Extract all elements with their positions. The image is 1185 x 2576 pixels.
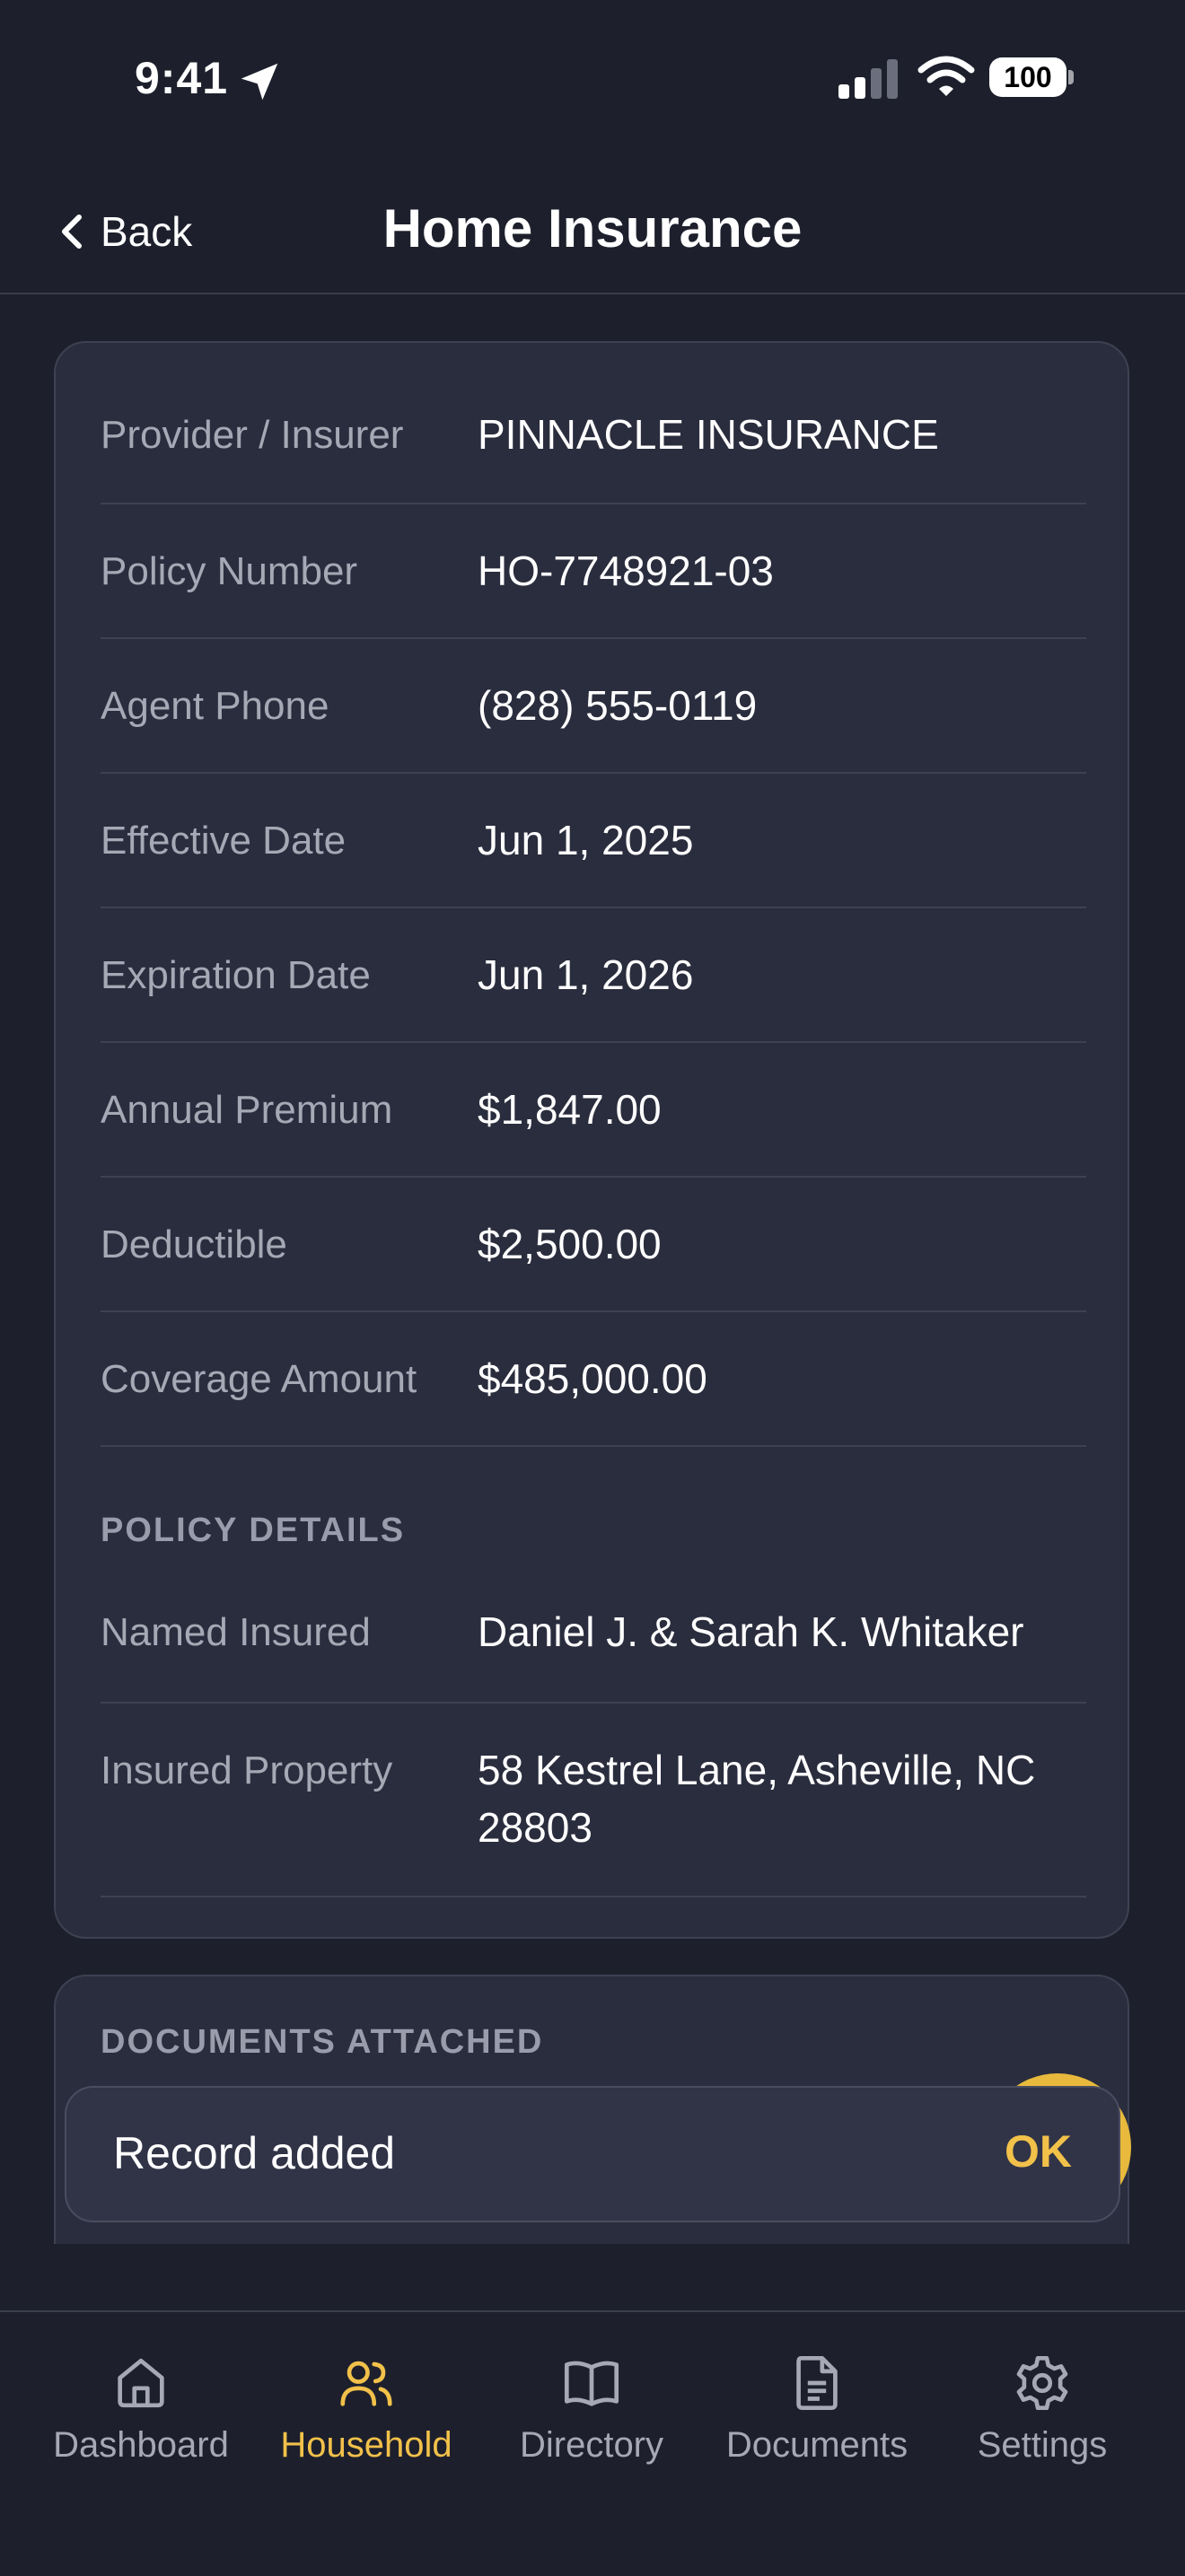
cellular-signal-icon (838, 59, 898, 99)
field-row-coverage-amount[interactable]: Coverage Amount $485,000.00 (101, 1312, 1086, 1447)
field-row-agent-phone[interactable]: Agent Phone (828) 555-0119 (101, 639, 1086, 774)
field-label: Deductible (101, 1222, 287, 1266)
status-time: 9:41 (135, 53, 229, 103)
field-value: $1,847.00 (478, 1086, 662, 1133)
document-icon (796, 2355, 838, 2411)
field-label: Insured Property (101, 1748, 393, 1792)
toast-notification: Record added OK (65, 2086, 1120, 2222)
field-value: HO-7748921-03 (478, 548, 774, 594)
field-value: Jun 1, 2026 (478, 951, 694, 998)
field-row-provider[interactable]: Provider / Insurer PINNACLE INSURANCE (101, 366, 1086, 504)
home-icon (118, 2358, 164, 2408)
battery-tip (1068, 70, 1074, 84)
field-label: Provider / Insurer (101, 413, 404, 457)
field-value: Daniel J. & Sarah K. Whitaker (478, 1608, 1024, 1655)
page-title: Home Insurance (382, 198, 803, 258)
field-label: Named Insured (101, 1610, 371, 1654)
tab-label: Settings (977, 2425, 1108, 2465)
tab-dashboard[interactable]: Dashboard (33, 2352, 249, 2466)
users-icon (340, 2361, 392, 2406)
tab-settings[interactable]: Settings (935, 2352, 1150, 2466)
field-value: $485,000.00 (478, 1355, 707, 1402)
navigation-header: Back Home Insurance (0, 162, 1185, 294)
field-value: (828) 555-0119 (478, 682, 758, 729)
field-label: Policy Number (101, 549, 358, 593)
battery-indicator: 100 (989, 57, 1075, 101)
field-value: 58 Kestrel Lane, Asheville, NC 28803 (478, 1747, 1036, 1851)
field-value: Jun 1, 2025 (478, 817, 694, 863)
tab-bar: Dashboard Household Directory Documents … (0, 2310, 1185, 2576)
status-bar: 9:41 100 (0, 0, 1185, 162)
field-label: Coverage Amount (101, 1357, 417, 1401)
field-value: $2,500.00 (478, 1221, 662, 1267)
gear-icon (1016, 2355, 1068, 2411)
field-row-deductible[interactable]: Deductible $2,500.00 (101, 1178, 1086, 1312)
field-label: Effective Date (101, 819, 347, 863)
toast-ok-button[interactable]: OK (1005, 2125, 1072, 2177)
section-header-policy-details: POLICY DETAILS (101, 1511, 406, 1549)
field-row-effective-date[interactable]: Effective Date Jun 1, 2025 (101, 774, 1086, 908)
field-label: Annual Premium (101, 1088, 393, 1132)
tab-label: Dashboard (53, 2425, 229, 2465)
field-row-annual-premium[interactable]: Annual Premium $1,847.00 (101, 1043, 1086, 1178)
field-row-named-insured[interactable]: Named Insured Daniel J. & Sarah K. Whita… (101, 1564, 1086, 1704)
tab-directory[interactable]: Directory (484, 2352, 699, 2466)
tab-label: Household (280, 2425, 452, 2465)
field-row-expiration-date[interactable]: Expiration Date Jun 1, 2026 (101, 908, 1086, 1043)
field-row-policy-number[interactable]: Policy Number HO-7748921-03 (101, 504, 1086, 639)
location-arrow-icon (241, 63, 278, 101)
toast-message: Record added (113, 2128, 396, 2178)
book-icon (564, 2361, 619, 2406)
tab-household[interactable]: Household (259, 2352, 474, 2466)
field-value: PINNACLE INSURANCE (478, 411, 939, 458)
wifi-icon (917, 56, 975, 96)
tab-label: Directory (519, 2425, 664, 2465)
battery-level: 100 (989, 57, 1066, 97)
field-row-insured-property[interactable]: Insured Property 58 Kestrel Lane, Ashevi… (101, 1704, 1086, 1897)
field-label: Expiration Date (101, 953, 371, 997)
insurance-details-card: Provider / Insurer PINNACLE INSURANCE Po… (54, 341, 1129, 1939)
field-label: Agent Phone (101, 684, 329, 728)
tab-label: Documents (725, 2425, 908, 2465)
tab-documents[interactable]: Documents (709, 2352, 925, 2466)
section-header-documents: DOCUMENTS ATTACHED (101, 2023, 544, 2061)
